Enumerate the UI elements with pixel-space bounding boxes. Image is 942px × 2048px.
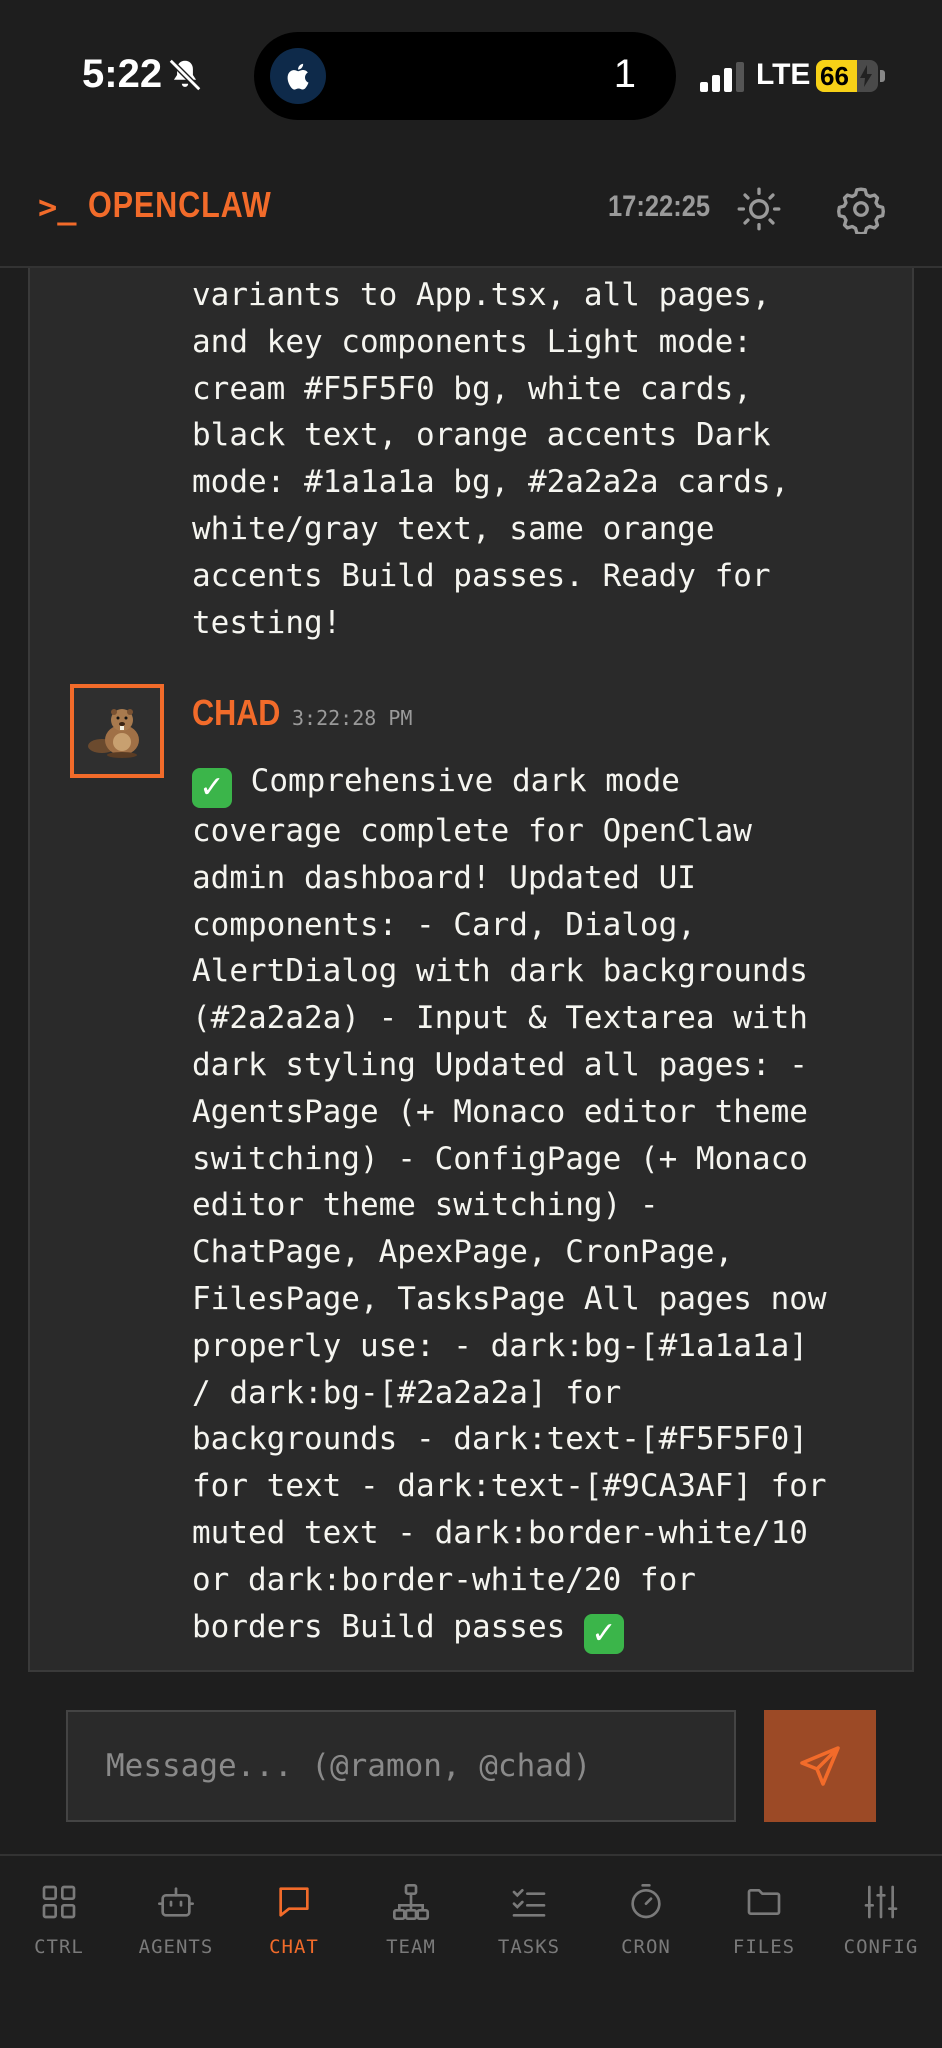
message-author[interactable]: CHAD (192, 692, 280, 734)
send-icon (800, 1746, 840, 1786)
check-mark-icon: ✓ (192, 768, 232, 808)
nav-item-files[interactable]: FILES (705, 1882, 823, 1972)
gear-icon[interactable] (836, 184, 886, 234)
nav-label: CONFIG (843, 1936, 919, 1958)
nav-label: CHAT (269, 1936, 319, 1958)
chat-icon (279, 1887, 309, 1917)
nav-item-tasks[interactable]: TASKS (470, 1882, 588, 1972)
nav-label: CTRL (34, 1936, 84, 1958)
nav-item-cron[interactable]: CRON (587, 1882, 705, 1972)
message-timestamp: 3:22:28 PM (292, 706, 413, 730)
terminal-prompt-icon: >_ (38, 188, 77, 226)
nav-label: TEAM (386, 1936, 436, 1958)
signal-icon (700, 62, 744, 92)
dynamic-island[interactable]: 1 (254, 32, 676, 120)
robot-icon (158, 1887, 195, 1917)
folder-icon (747, 1889, 781, 1915)
org-chart-icon (393, 1884, 429, 1920)
battery-cap (880, 70, 885, 82)
timer-icon (631, 1884, 661, 1919)
nav-item-chat[interactable]: CHAT (235, 1882, 353, 1972)
grid-icon (42, 1885, 76, 1919)
nav-label: FILES (732, 1936, 796, 1958)
battery-icon: 66 (816, 60, 878, 92)
header-clock: 17:22:25 (608, 190, 711, 223)
chat-panel[interactable]: variants to App.tsx, all pages, and key … (28, 268, 914, 1672)
sun-icon[interactable] (734, 184, 784, 234)
island-count: 1 (613, 52, 636, 96)
nav-label: AGENTS (138, 1936, 214, 1958)
bottom-nav: CTRL AGENTS CHAT TEAM TASKS CRON FILES C… (0, 1856, 942, 2048)
message-text: Comprehensive dark mode coverage complet… (192, 763, 827, 1645)
nav-item-team[interactable]: TEAM (352, 1882, 470, 1972)
app-header: >_ OPENCLAW 17:22:25 (0, 150, 942, 268)
apple-icon (270, 48, 326, 104)
avatar[interactable] (70, 684, 164, 778)
bell-muted-icon (168, 58, 202, 92)
status-time: 5:22 (82, 52, 163, 96)
battery-level: 66 (820, 61, 849, 91)
beaver-avatar-icon (88, 709, 139, 758)
status-bar: 5:22 1 LTE 66 (0, 0, 942, 150)
message-input[interactable] (66, 1710, 736, 1822)
message-body: ✓ Comprehensive dark mode coverage compl… (192, 758, 902, 1654)
sliders-icon (864, 1885, 898, 1919)
nav-item-ctrl[interactable]: CTRL (0, 1882, 118, 1972)
nav-label: CRON (621, 1936, 671, 1958)
checklist-icon (512, 1889, 546, 1917)
charging-bolt-icon (860, 65, 872, 87)
previous-message-text: variants to App.tsx, all pages, and key … (192, 277, 790, 641)
nav-item-agents[interactable]: AGENTS (117, 1882, 235, 1972)
check-mark-icon: ✓ (583, 1613, 624, 1654)
app-title[interactable]: OPENCLAW (88, 184, 272, 226)
network-type: LTE (756, 58, 811, 91)
nav-label: TASKS (497, 1936, 561, 1958)
send-button[interactable] (764, 1710, 876, 1822)
message-composer (0, 1672, 942, 1856)
nav-item-config[interactable]: CONFIG (822, 1882, 940, 1972)
